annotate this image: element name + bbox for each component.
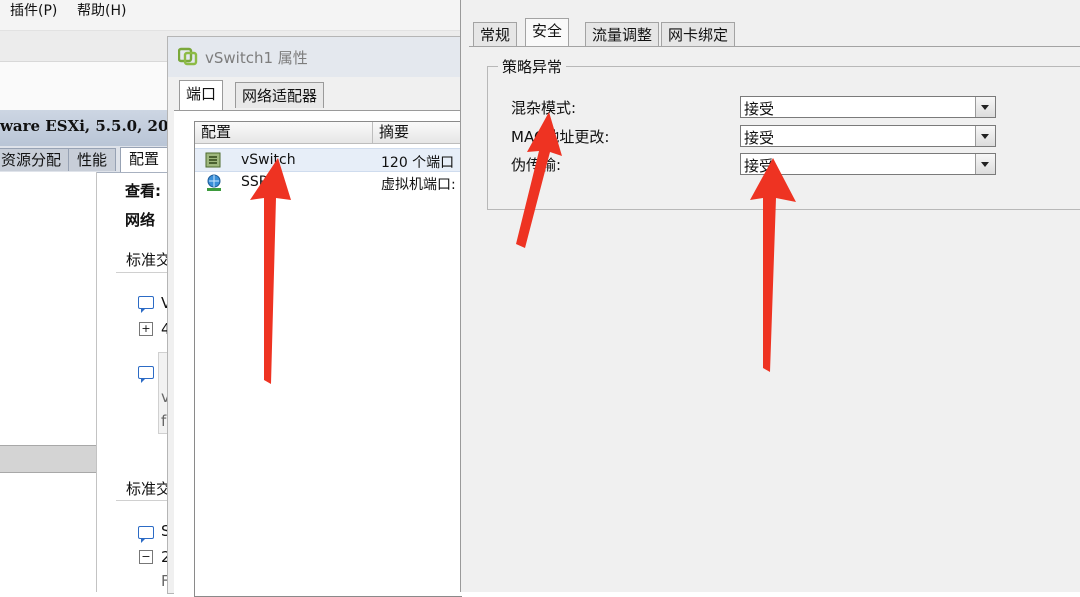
tab-ports[interactable]: 端口 xyxy=(179,80,224,110)
tab-label: 配置 xyxy=(129,150,160,168)
tab-label: 流量调整 xyxy=(592,26,653,44)
tab-network-adapters[interactable]: 网络适配器 xyxy=(235,82,325,108)
dialog-titlebar: vSwitch1 属性 xyxy=(168,37,461,77)
tab-traffic-shaping[interactable]: 流量调整 xyxy=(585,22,660,46)
expand-icon[interactable]: + xyxy=(139,322,153,336)
collapse-icon[interactable]: − xyxy=(139,550,153,564)
promiscuous-mode-label: 混杂模式: xyxy=(511,99,577,117)
select-value: 接受 xyxy=(744,129,775,147)
tab-label: 资源分配 xyxy=(1,151,62,169)
column-label: 配置 xyxy=(201,123,232,141)
tab-security[interactable]: 安全 xyxy=(525,18,570,47)
view-label: 查看: xyxy=(125,182,161,200)
tab-general[interactable]: 常规 xyxy=(473,22,518,46)
network-globe-icon xyxy=(207,174,221,191)
group-title: 策略异常 xyxy=(498,56,567,77)
vmware-logo-icon xyxy=(178,47,198,66)
row-name: vSwitch xyxy=(241,152,296,168)
tab-performance[interactable]: 性能 xyxy=(68,148,117,171)
mac-address-changes-label: MAC地址更改: xyxy=(511,128,610,146)
menu-bar: 插件(P) 帮助(H) xyxy=(0,0,470,31)
column-header-config[interactable]: 配置 xyxy=(195,122,373,144)
network-label: 网络 xyxy=(125,211,156,229)
divider xyxy=(116,272,168,273)
tab-label: 端口 xyxy=(186,85,217,103)
menu-help[interactable]: 帮助(H) xyxy=(77,0,126,20)
security-dialog: 常规 安全 流量调整 网卡绑定 策略异常 混杂模式: 接受 MAC地址更改: 接… xyxy=(460,0,1080,592)
standard-switch-label: 标准交 xyxy=(126,251,172,269)
row-name: SSP xyxy=(241,174,268,190)
left-tree-separator xyxy=(0,445,96,473)
column-header-summary[interactable]: 摘要 xyxy=(373,122,462,144)
clipped-text: f xyxy=(161,412,167,430)
tab-resource-allocation[interactable]: 资源分配 xyxy=(0,148,71,171)
dialog-body: 配置 摘要 vSwitch 120 个端口 SSP 虚拟机端口: xyxy=(174,110,462,597)
tab-label: 网络适配器 xyxy=(242,87,318,105)
tab-label: 性能 xyxy=(77,151,108,169)
row-summary: 120 个端口 xyxy=(381,155,455,171)
tab-divider xyxy=(469,46,1080,47)
list-item-port-group[interactable]: SSP 虚拟机端口: xyxy=(195,171,462,193)
select-value: 接受 xyxy=(744,157,775,175)
properties-icon[interactable] xyxy=(138,296,154,313)
menu-plugins[interactable]: 插件(P) xyxy=(10,0,57,20)
forged-transmits-select[interactable]: 接受 xyxy=(740,153,996,175)
forged-transmits-label: 伪传输: xyxy=(511,156,562,174)
tab-label: 网卡绑定 xyxy=(668,26,729,44)
dialog-title: vSwitch1 属性 xyxy=(205,49,308,67)
vswitch-properties-dialog: vSwitch1 属性 端口 网络适配器 配置 摘要 vSwitch 120 个… xyxy=(167,36,462,597)
tab-nic-teaming[interactable]: 网卡绑定 xyxy=(661,22,736,46)
chevron-down-icon[interactable] xyxy=(975,154,995,174)
chevron-down-icon[interactable] xyxy=(975,126,995,146)
column-label: 摘要 xyxy=(379,123,410,141)
port-list[interactable]: 配置 摘要 vSwitch 120 个端口 SSP 虚拟机端口: xyxy=(194,121,462,597)
tab-configuration[interactable]: 配置 xyxy=(120,147,169,172)
list-item-vswitch[interactable]: vSwitch 120 个端口 xyxy=(195,148,462,172)
left-tree-panel xyxy=(0,172,97,592)
standard-switch-label: 标准交 xyxy=(126,480,172,498)
row-summary: 虚拟机端口: xyxy=(381,177,456,193)
tab-label: 常规 xyxy=(480,26,511,44)
tab-label: 安全 xyxy=(532,22,563,40)
mac-address-changes-select[interactable]: 接受 xyxy=(740,125,996,147)
divider xyxy=(116,500,168,501)
chevron-down-icon[interactable] xyxy=(975,97,995,117)
promiscuous-mode-select[interactable]: 接受 xyxy=(740,96,996,118)
select-value: 接受 xyxy=(744,100,775,118)
switch-icon xyxy=(205,152,221,168)
properties-icon[interactable] xyxy=(138,366,154,383)
properties-icon[interactable] xyxy=(138,526,154,543)
